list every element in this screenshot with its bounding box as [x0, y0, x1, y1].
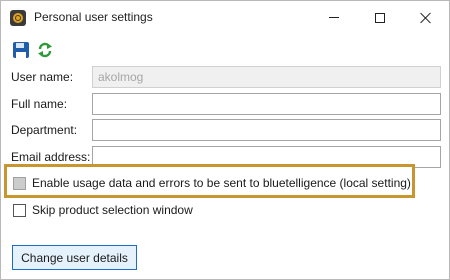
skip-product-selection-option[interactable]: Skip product selection window — [13, 203, 193, 217]
full-name-label: Full name: — [11, 97, 68, 111]
change-user-details-button[interactable]: Change user details — [12, 245, 137, 270]
department-row: Department: — [11, 119, 441, 141]
minimize-icon — [329, 17, 339, 18]
department-field[interactable] — [92, 119, 441, 141]
bluetelligence-logo-icon — [10, 10, 26, 26]
user-name-row: User name: — [11, 66, 441, 88]
full-name-row: Full name: — [11, 93, 441, 115]
email-label: Email address: — [11, 150, 91, 164]
department-label: Department: — [11, 123, 78, 137]
close-button[interactable] — [403, 1, 449, 34]
skip-product-selection-label: Skip product selection window — [32, 203, 193, 217]
usage-data-option[interactable]: Enable usage data and errors to be sent … — [13, 176, 411, 190]
skip-product-selection-checkbox[interactable] — [13, 203, 26, 217]
toolbar — [13, 42, 53, 60]
user-name-label: User name: — [11, 70, 74, 84]
full-name-field[interactable] — [92, 93, 441, 115]
save-icon[interactable] — [13, 42, 29, 58]
user-name-field — [92, 66, 441, 88]
usage-data-checkbox[interactable] — [13, 176, 26, 190]
close-icon — [420, 12, 432, 24]
window-title: Personal user settings — [34, 10, 153, 24]
usage-data-label: Enable usage data and errors to be sent … — [32, 176, 411, 190]
maximize-icon — [375, 12, 385, 23]
maximize-button[interactable] — [357, 1, 403, 34]
refresh-icon[interactable] — [37, 42, 53, 58]
title-bar[interactable]: Personal user settings — [1, 1, 449, 34]
settings-window: Personal user settings User name: Full n… — [0, 0, 450, 280]
minimize-button[interactable] — [311, 1, 357, 34]
